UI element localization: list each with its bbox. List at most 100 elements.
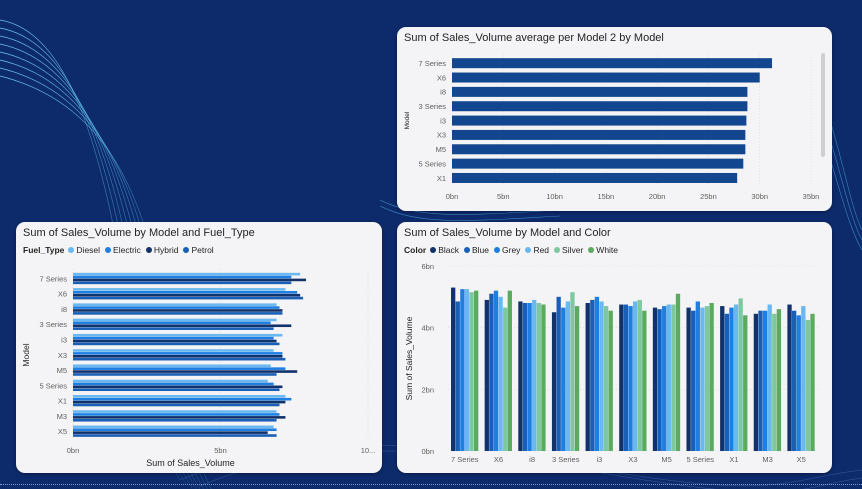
bar <box>73 418 277 422</box>
x-axis-label: Sum of Sales_Volume <box>146 458 235 468</box>
bar <box>791 310 797 451</box>
bar <box>474 290 479 451</box>
x-tick-label: 7 Series <box>451 455 479 464</box>
bar <box>452 115 747 126</box>
chart-card-average-per-model[interactable]: Sum of Sales_Volume average per Model 2 … <box>397 27 832 211</box>
y-tick-label: i8 <box>61 305 67 314</box>
y-tick-label: M3 <box>57 412 67 421</box>
x-tick-label: 20bn <box>649 192 666 201</box>
bar <box>619 304 624 451</box>
bar <box>753 313 759 451</box>
bar <box>532 299 537 451</box>
bar <box>518 301 523 451</box>
bar <box>73 275 292 279</box>
y-tick-label: 5 Series <box>39 381 67 390</box>
y-tick-label: 7 Series <box>39 274 67 283</box>
y-tick-label: i8 <box>440 88 446 97</box>
bar <box>469 292 474 451</box>
bar <box>73 367 286 370</box>
bar <box>73 379 268 383</box>
bar <box>574 306 580 451</box>
bar <box>733 304 739 451</box>
bar-chart-model-fuel-type: 0bn 5bn 10... 7 Series X6 i8 3 Series i3 X3 M5 5 S… <box>21 269 376 468</box>
bar <box>738 298 743 451</box>
bar <box>73 403 280 407</box>
scrollbar[interactable] <box>821 53 825 157</box>
x-tick-label: 0bn <box>67 446 80 455</box>
x-tick-label: 10... <box>361 446 376 455</box>
bar <box>73 394 286 398</box>
bar <box>464 289 470 451</box>
bar <box>452 129 746 140</box>
x-tick-label: X1 <box>729 455 738 464</box>
y-tick-label: X1 <box>58 397 67 406</box>
x-tick-label: 3 Series <box>552 455 580 464</box>
bar <box>608 310 613 451</box>
y-axis-label: Model <box>21 343 31 366</box>
bar <box>671 304 676 451</box>
bar <box>503 307 508 451</box>
bar <box>73 352 283 355</box>
bar <box>73 336 274 340</box>
bar <box>73 349 274 352</box>
bar <box>801 306 806 451</box>
bar <box>489 293 494 451</box>
bar <box>73 321 271 325</box>
bar <box>527 303 532 451</box>
bar <box>73 388 280 392</box>
bar <box>452 172 738 183</box>
bar <box>73 281 292 285</box>
bar <box>73 382 274 386</box>
y-tick-label: M5 <box>57 366 67 375</box>
x-tick-label: 15bn <box>598 192 615 201</box>
chart-card-model-color[interactable]: Sum of Sales_Volume by Model and Color C… <box>397 222 832 473</box>
bar <box>452 86 748 97</box>
y-tick-label: i3 <box>61 336 67 345</box>
bar <box>805 319 811 451</box>
bar <box>724 313 730 451</box>
bar <box>73 425 274 429</box>
x-tick-label: 5 Series <box>687 455 715 464</box>
bar <box>565 301 571 451</box>
bar <box>73 296 304 300</box>
bar <box>691 310 696 451</box>
chart-card-model-fuel-type[interactable]: Sum of Sales_Volume by Model and Fuel_Ty… <box>16 222 382 473</box>
y-tick-label: 3 Series <box>418 102 446 111</box>
y-tick-label: X6 <box>437 73 446 82</box>
bar <box>536 303 541 451</box>
bar <box>73 303 277 306</box>
bar <box>633 301 638 451</box>
bar <box>73 364 271 368</box>
y-axis-label: Model <box>404 111 411 129</box>
bar <box>709 303 714 451</box>
bar <box>556 296 561 451</box>
bar <box>762 310 768 451</box>
bar <box>551 312 557 451</box>
x-tick-label: 5bn <box>497 192 510 201</box>
y-tick-label: 7 Series <box>418 59 446 68</box>
bar <box>73 428 277 432</box>
bar <box>541 304 546 451</box>
x-tick-label: X3 <box>628 455 637 464</box>
x-tick-label: X5 <box>797 455 806 464</box>
bar <box>452 101 748 112</box>
y-tick-label: X6 <box>58 290 67 299</box>
bar <box>522 303 528 451</box>
y-tick-label: 6bn <box>421 262 434 271</box>
y-axis-label: Sum of Sales_Volume <box>404 316 414 400</box>
bar <box>810 313 815 451</box>
bar <box>700 307 705 451</box>
y-tick-label: 3 Series <box>39 320 67 329</box>
y-tick-label: 4bn <box>421 324 434 333</box>
bar <box>73 291 298 294</box>
bar <box>73 333 283 337</box>
bar <box>73 370 298 373</box>
bar <box>73 306 280 309</box>
bar <box>787 304 792 451</box>
bar <box>73 434 277 437</box>
x-tick-label: 30bn <box>751 192 768 201</box>
bar <box>484 299 489 451</box>
bar <box>666 304 671 451</box>
y-tick-label: 5 Series <box>418 159 446 168</box>
x-tick-label: M3 <box>762 455 772 464</box>
